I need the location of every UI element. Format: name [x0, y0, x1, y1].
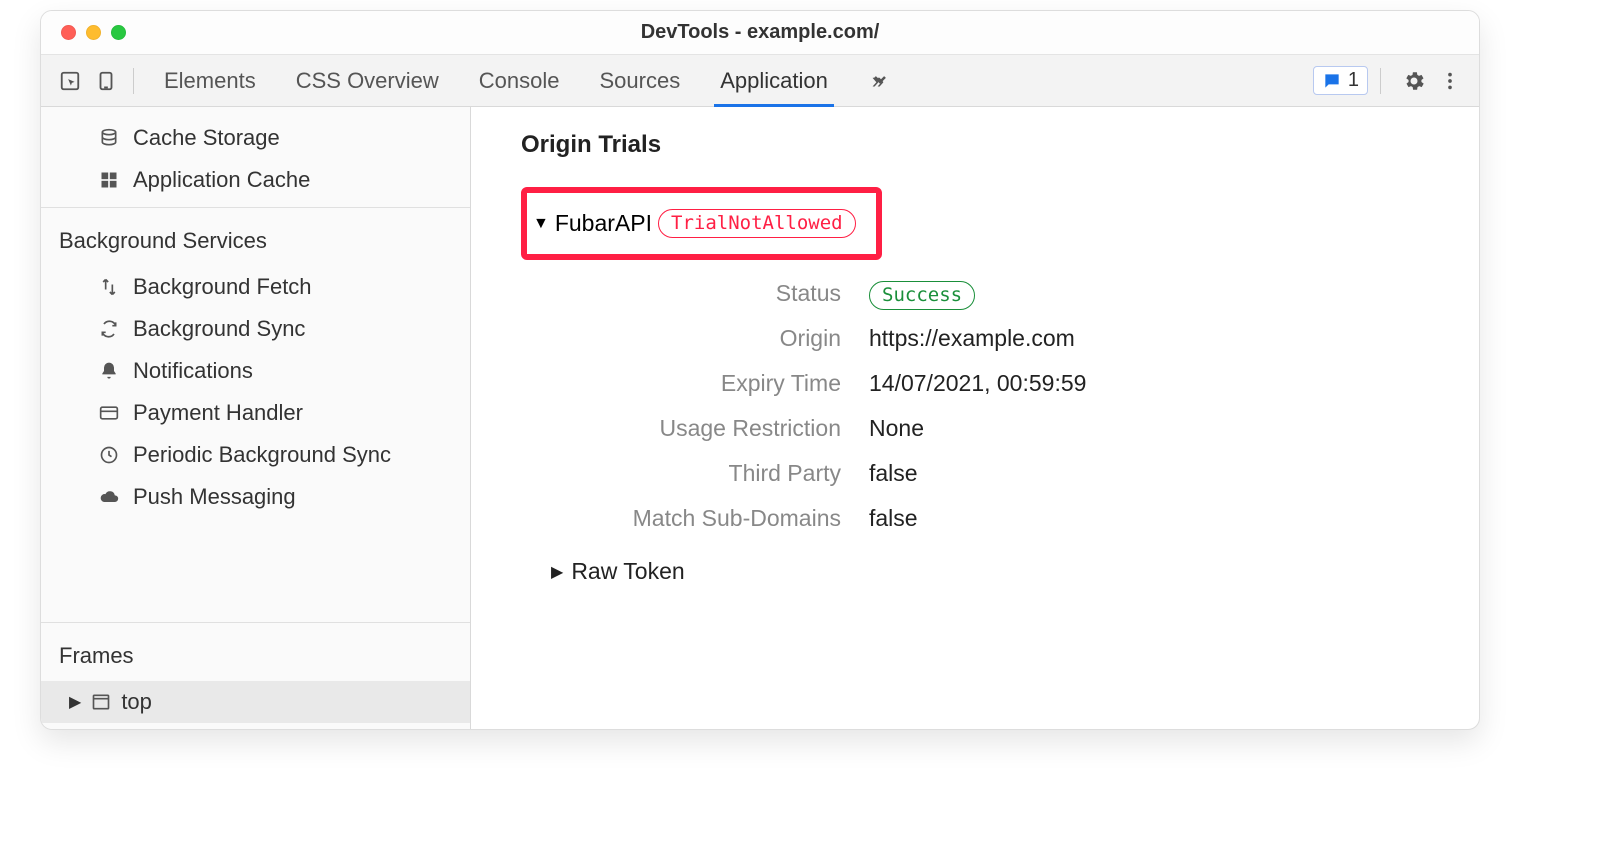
detail-label-origin: Origin [551, 325, 841, 352]
bell-icon [97, 359, 121, 383]
detail-value-subdomains: false [869, 505, 1449, 532]
sidebar-item-notifications[interactable]: Notifications [41, 350, 470, 392]
issues-count: 1 [1348, 69, 1359, 92]
detail-label-subdomains: Match Sub-Domains [551, 505, 841, 532]
detail-label-usage: Usage Restriction [551, 415, 841, 442]
sidebar-item-frame-top[interactable]: ▶ top [41, 681, 470, 723]
sidebar-item-label: Background Fetch [133, 274, 312, 300]
detail-value-third-party: false [869, 460, 1449, 487]
sidebar-item-background-fetch[interactable]: Background Fetch [41, 266, 470, 308]
settings-icon[interactable] [1399, 66, 1429, 96]
sidebar-group-cache: Cache Storage Application Cache [41, 107, 470, 207]
database-icon [97, 126, 121, 150]
inspect-element-icon[interactable] [55, 66, 85, 96]
detail-label-third-party: Third Party [551, 460, 841, 487]
raw-token-row[interactable]: ▶ Raw Token [551, 558, 1449, 585]
tab-css-overview[interactable]: CSS Overview [296, 55, 439, 106]
tab-overflow-icon[interactable]: » [868, 55, 884, 106]
sidebar-header-frames: Frames [41, 633, 470, 681]
frame-label: top [121, 689, 152, 715]
sidebar-item-payment-handler[interactable]: Payment Handler [41, 392, 470, 434]
trial-name: FubarAPI [555, 210, 652, 237]
trial-row[interactable]: ▼ FubarAPI TrialNotAllowed [533, 209, 856, 238]
sidebar-item-periodic-sync[interactable]: Periodic Background Sync [41, 434, 470, 476]
detail-label-expiry: Expiry Time [551, 370, 841, 397]
tab-elements[interactable]: Elements [164, 55, 256, 106]
detail-value-usage: None [869, 415, 1449, 442]
raw-token-label: Raw Token [571, 558, 684, 585]
issues-icon [1322, 71, 1342, 91]
traffic-lights [61, 25, 126, 40]
highlight-box: ▼ FubarAPI TrialNotAllowed [521, 187, 882, 260]
triangle-down-icon: ▼ [533, 215, 549, 233]
tab-console[interactable]: Console [479, 55, 560, 106]
minimize-icon[interactable] [86, 25, 101, 40]
trial-status-pill: TrialNotAllowed [658, 209, 856, 238]
close-icon[interactable] [61, 25, 76, 40]
section-heading: Origin Trials [521, 131, 1449, 159]
sidebar-item-push-messaging[interactable]: Push Messaging [41, 476, 470, 518]
triangle-right-icon: ▶ [551, 562, 563, 582]
body: Cache Storage Application Cache Backgrou… [41, 107, 1479, 729]
panel-tabs: Elements CSS Overview Console Sources Ap… [164, 55, 884, 106]
sidebar-group-frames: Frames ▶ top [41, 622, 470, 729]
detail-value-origin: https://example.com [869, 325, 1449, 352]
sidebar-item-label: Push Messaging [133, 484, 296, 510]
tab-sources[interactable]: Sources [599, 55, 680, 106]
window-icon [91, 692, 111, 712]
sidebar-item-label: Background Sync [133, 316, 305, 342]
sidebar-item-label: Cache Storage [133, 125, 280, 151]
detail-value-status: Success [869, 280, 1449, 307]
zoom-icon[interactable] [111, 25, 126, 40]
divider [1380, 68, 1381, 94]
kebab-menu-icon[interactable] [1435, 66, 1465, 96]
sidebar-item-cache-storage[interactable]: Cache Storage [41, 117, 470, 159]
sidebar-item-label: Notifications [133, 358, 253, 384]
status-pill: Success [869, 281, 975, 310]
sidebar-group-background: Background Services Background Fetch Bac… [41, 207, 470, 524]
sidebar-item-application-cache[interactable]: Application Cache [41, 159, 470, 201]
clock-icon [97, 443, 121, 467]
sidebar-item-background-sync[interactable]: Background Sync [41, 308, 470, 350]
sidebar-item-label: Application Cache [133, 167, 310, 193]
main-panel: Origin Trials ▼ FubarAPI TrialNotAllowed… [471, 107, 1479, 729]
detail-value-expiry: 14/07/2021, 00:59:59 [869, 370, 1449, 397]
cloud-icon [97, 485, 121, 509]
tab-application[interactable]: Application [720, 55, 828, 106]
issues-badge[interactable]: 1 [1313, 66, 1368, 95]
detail-label-status: Status [551, 280, 841, 307]
divider [133, 68, 134, 94]
sidebar: Cache Storage Application Cache Backgrou… [41, 107, 471, 729]
grid-icon [97, 168, 121, 192]
triangle-right-icon: ▶ [69, 692, 81, 712]
sidebar-header-background: Background Services [41, 218, 470, 266]
sync-icon [97, 317, 121, 341]
sidebar-item-label: Periodic Background Sync [133, 442, 391, 468]
card-icon [97, 401, 121, 425]
detail-grid: Status Success Origin https://example.co… [551, 280, 1449, 532]
toolbar: Elements CSS Overview Console Sources Ap… [41, 55, 1479, 107]
sidebar-item-label: Payment Handler [133, 400, 303, 426]
window-title: DevTools - example.com/ [41, 21, 1479, 44]
transfer-icon [97, 275, 121, 299]
titlebar: DevTools - example.com/ [41, 11, 1479, 55]
devtools-window: DevTools - example.com/ Elements CSS Ove… [40, 10, 1480, 730]
device-toolbar-icon[interactable] [91, 66, 121, 96]
